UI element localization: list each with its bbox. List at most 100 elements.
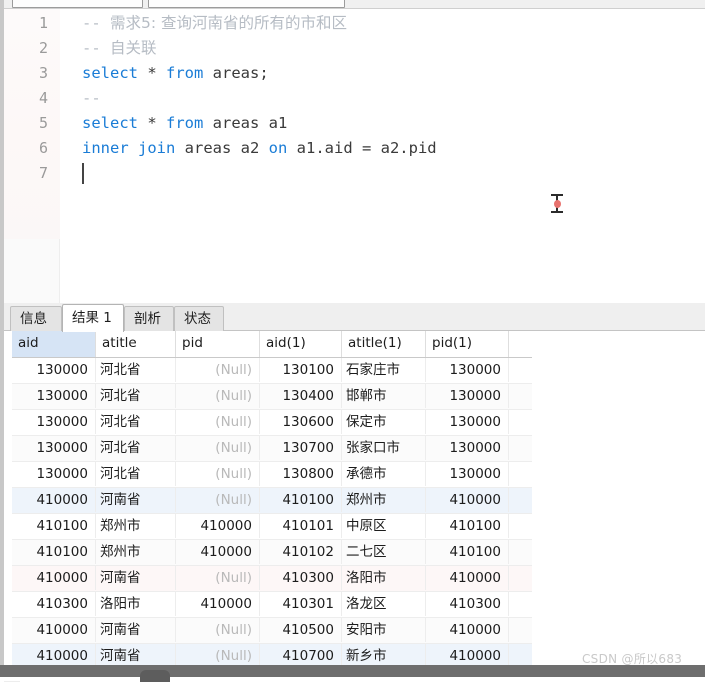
cell-atitle[interactable]: 河南省 (96, 644, 176, 665)
column-header-pid[interactable]: pid (176, 331, 260, 357)
cell-atitle[interactable]: 河北省 (96, 358, 176, 382)
cell-aid1[interactable]: 410101 (260, 514, 342, 538)
column-header-pid1[interactable]: pid(1) (426, 331, 509, 357)
cell-pid1[interactable]: 410000 (426, 488, 509, 512)
cell-aid[interactable]: 410100 (12, 514, 96, 538)
cell-atitle[interactable]: 河北省 (96, 462, 176, 486)
code-line[interactable]: 1 -- 需求5: 查询河南省的所有的市和区 (4, 11, 705, 36)
cell-aid1[interactable]: 130100 (260, 358, 342, 382)
cell-aid1[interactable]: 410100 (260, 488, 342, 512)
table-row[interactable]: 410300 洛阳市 410000 410301 洛龙区 410300 (12, 592, 532, 618)
cell-atitle[interactable]: 河南省 (96, 566, 176, 590)
cell-aid1[interactable]: 410102 (260, 540, 342, 564)
toolbar-box-1[interactable] (12, 0, 143, 8)
cell-aid1[interactable]: 130400 (260, 384, 342, 408)
table-row[interactable]: 410000 河南省 (Null) 410700 新乡市 410000 (12, 644, 532, 665)
cell-pid1[interactable]: 130000 (426, 384, 509, 408)
cell-pid[interactable]: (Null) (176, 488, 260, 512)
cell-atitle1[interactable]: 保定市 (342, 410, 426, 434)
cell-atitle[interactable]: 郑州市 (96, 540, 176, 564)
cell-aid[interactable]: 130000 (12, 436, 96, 460)
table-row[interactable]: 130000 河北省 (Null) 130600 保定市 130000 (12, 410, 532, 436)
toolbar-box-2[interactable] (148, 0, 345, 8)
cell-pid1[interactable]: 130000 (426, 358, 509, 382)
cell-atitle1[interactable]: 安阳市 (342, 618, 426, 642)
table-row[interactable]: 130000 河北省 (Null) 130400 邯郸市 130000 (12, 384, 532, 410)
column-header-aid[interactable]: aid (12, 331, 96, 357)
table-row[interactable]: 410000 河南省 (Null) 410300 洛阳市 410000 (12, 566, 532, 592)
cell-atitle1[interactable]: 石家庄市 (342, 358, 426, 382)
column-header-atitle[interactable]: atitle (96, 331, 176, 357)
cell-pid[interactable]: (Null) (176, 410, 260, 434)
cell-aid1[interactable]: 410500 (260, 618, 342, 642)
table-row[interactable]: 130000 河北省 (Null) 130100 石家庄市 130000 (12, 358, 532, 384)
tab-0[interactable]: 信息 (10, 306, 62, 331)
cell-atitle[interactable]: 河南省 (96, 488, 176, 512)
cell-pid[interactable]: (Null) (176, 436, 260, 460)
taskbar-item[interactable] (140, 670, 170, 682)
tab-3[interactable]: 状态 (174, 306, 224, 331)
cell-aid[interactable]: 130000 (12, 358, 96, 382)
code-line[interactable]: 3 select * from areas; (4, 61, 705, 86)
table-row[interactable]: 130000 河北省 (Null) 130800 承德市 130000 (12, 462, 532, 488)
cell-pid[interactable]: (Null) (176, 358, 260, 382)
tab-1[interactable]: 结果 1 (62, 304, 124, 332)
cell-atitle[interactable]: 河南省 (96, 618, 176, 642)
cell-aid1[interactable]: 130700 (260, 436, 342, 460)
cell-pid[interactable]: (Null) (176, 644, 260, 665)
cell-atitle[interactable]: 洛阳市 (96, 592, 176, 616)
cell-aid1[interactable]: 130600 (260, 410, 342, 434)
table-row[interactable]: 410100 郑州市 410000 410102 二七区 410100 (12, 540, 532, 566)
cell-atitle1[interactable]: 邯郸市 (342, 384, 426, 408)
cell-aid1[interactable]: 410301 (260, 592, 342, 616)
cell-pid[interactable]: (Null) (176, 462, 260, 486)
cell-pid1[interactable]: 410000 (426, 566, 509, 590)
cell-pid[interactable]: (Null) (176, 384, 260, 408)
cell-pid[interactable]: 410000 (176, 592, 260, 616)
cell-aid[interactable]: 130000 (12, 462, 96, 486)
code-line[interactable]: 5 select * from areas a1 (4, 111, 705, 136)
cell-aid[interactable]: 410000 (12, 566, 96, 590)
cell-aid[interactable]: 130000 (12, 384, 96, 408)
cell-aid[interactable]: 410100 (12, 540, 96, 564)
cell-atitle1[interactable]: 二七区 (342, 540, 426, 564)
cell-atitle[interactable]: 郑州市 (96, 514, 176, 538)
cell-pid1[interactable]: 410100 (426, 514, 509, 538)
table-row[interactable]: 410000 河南省 (Null) 410500 安阳市 410000 (12, 618, 532, 644)
cell-aid[interactable]: 410000 (12, 618, 96, 642)
cell-aid[interactable]: 410300 (12, 592, 96, 616)
cell-atitle1[interactable]: 中原区 (342, 514, 426, 538)
code-line[interactable]: 6 inner join areas a2 on a1.aid = a2.pid (4, 136, 705, 161)
code-line[interactable]: 4 -- (4, 86, 705, 111)
cell-aid1[interactable]: 130800 (260, 462, 342, 486)
cell-atitle1[interactable]: 新乡市 (342, 644, 426, 665)
cell-atitle1[interactable]: 洛龙区 (342, 592, 426, 616)
cell-pid1[interactable]: 410000 (426, 618, 509, 642)
cell-aid[interactable]: 130000 (12, 410, 96, 434)
cell-pid[interactable]: (Null) (176, 618, 260, 642)
cell-pid1[interactable]: 410000 (426, 644, 509, 665)
cell-atitle[interactable]: 河北省 (96, 384, 176, 408)
cell-pid1[interactable]: 130000 (426, 410, 509, 434)
cell-aid[interactable]: 410000 (12, 488, 96, 512)
column-header-atitle1[interactable]: atitle(1) (342, 331, 426, 357)
cell-atitle1[interactable]: 郑州市 (342, 488, 426, 512)
code-line[interactable]: 2 -- 自关联 (4, 36, 705, 61)
results-grid[interactable]: aid atitle pid aid(1) atitle(1) pid(1) 130000… (4, 331, 705, 665)
cell-pid1[interactable]: 410100 (426, 540, 509, 564)
cell-aid[interactable]: 410000 (12, 644, 96, 665)
column-header-aid1[interactable]: aid(1) (260, 331, 342, 357)
sql-code-area[interactable]: 1 -- 需求5: 查询河南省的所有的市和区 2 -- 自关联 3 select * fr… (4, 11, 705, 186)
cell-aid1[interactable]: 410300 (260, 566, 342, 590)
table-row[interactable]: 410100 郑州市 410000 410101 中原区 410100 (12, 514, 532, 540)
cell-atitle1[interactable]: 承德市 (342, 462, 426, 486)
cell-aid1[interactable]: 410700 (260, 644, 342, 665)
cell-pid[interactable]: 410000 (176, 514, 260, 538)
cell-atitle[interactable]: 河北省 (96, 436, 176, 460)
cell-pid[interactable]: (Null) (176, 566, 260, 590)
table-row[interactable]: 410000 河南省 (Null) 410100 郑州市 410000 (12, 488, 532, 514)
sql-editor[interactable]: 1 -- 需求5: 查询河南省的所有的市和区 2 -- 自关联 3 select * fr… (0, 9, 705, 303)
cell-pid[interactable]: 410000 (176, 540, 260, 564)
code-line[interactable]: 7 (4, 161, 705, 186)
cell-atitle1[interactable]: 洛阳市 (342, 566, 426, 590)
